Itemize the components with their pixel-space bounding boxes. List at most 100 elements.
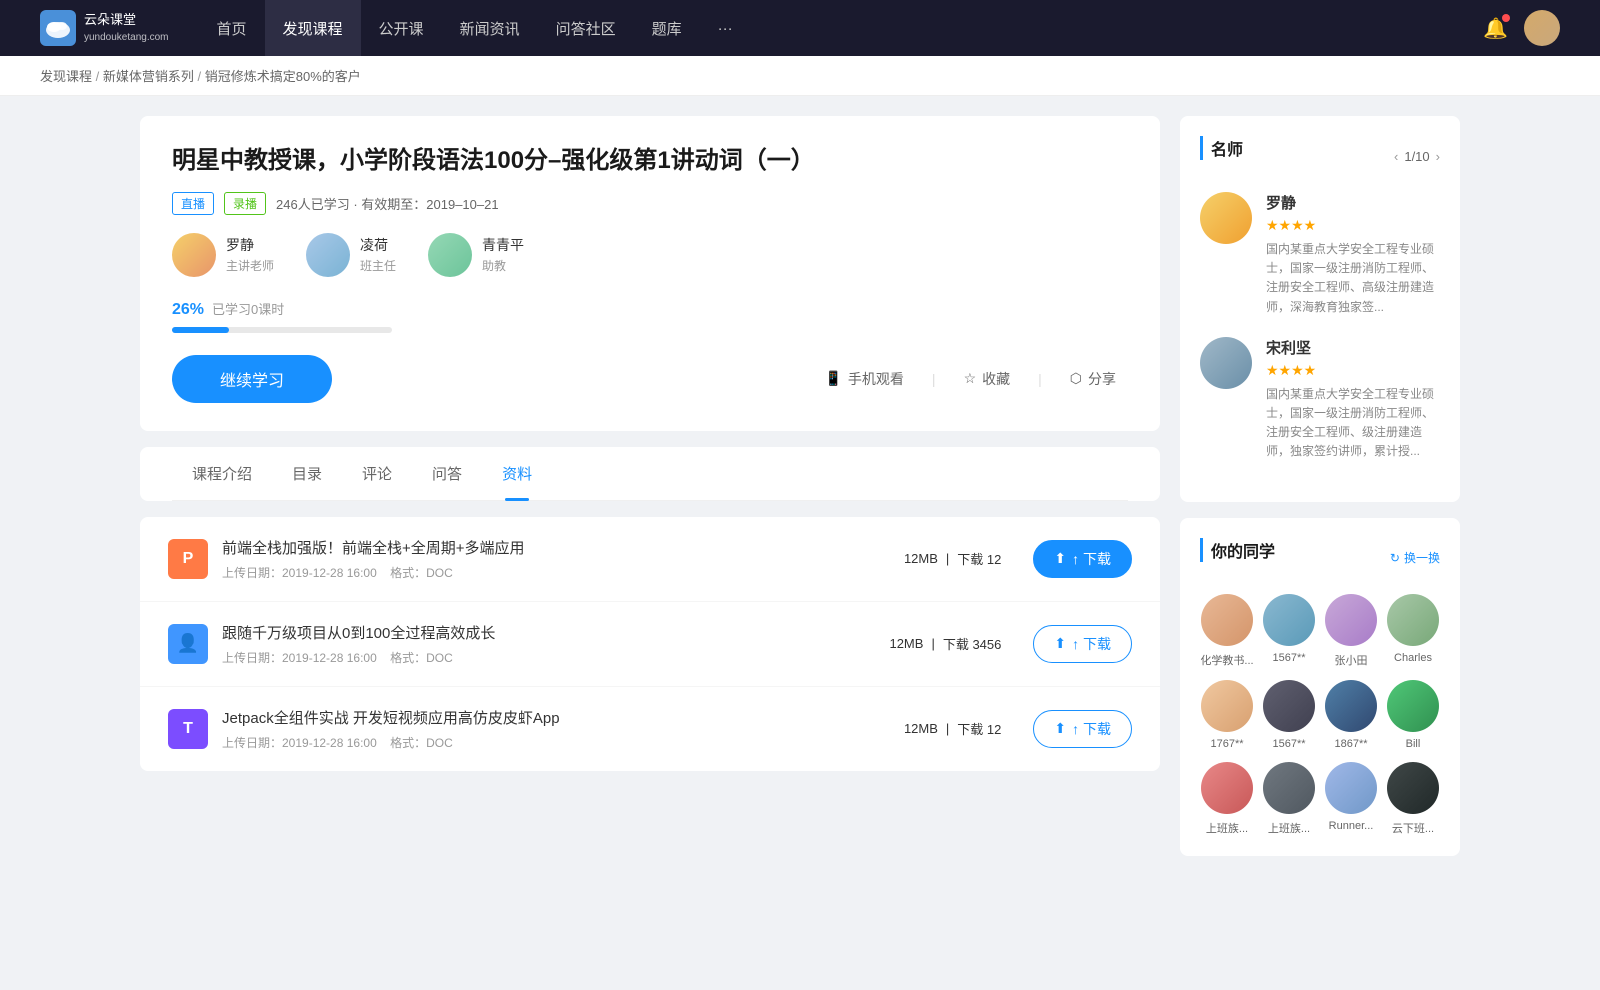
sidebar-teacher-stars-0: ★★★★ (1266, 217, 1440, 234)
breadcrumb-current[interactable]: 销冠修炼术搞定80%的客户 (205, 69, 361, 84)
share-button[interactable]: ⬡ 分享 (1058, 361, 1128, 397)
breadcrumb-discover[interactable]: 发现课程 (40, 69, 92, 84)
logo-icon (40, 10, 76, 46)
classmate-avatar-1 (1263, 594, 1315, 646)
continue-study-button[interactable]: 继续学习 (172, 355, 332, 403)
classmate-0: 化学教书... (1200, 594, 1254, 668)
progress-bar-fill (172, 327, 229, 333)
teacher-info-1: 凌荷 班主任 (360, 235, 396, 274)
nav-more[interactable]: ··· (700, 0, 751, 56)
resource-name-0: 前端全栈加强版！前端全栈+全周期+多端应用 (222, 537, 872, 558)
classmate-avatar-2 (1325, 594, 1377, 646)
divider-1: | (932, 371, 936, 387)
tab-qa[interactable]: 问答 (412, 447, 482, 500)
mobile-label: 手机观看 (848, 369, 904, 389)
teacher-info-2: 青青平 助教 (482, 235, 524, 274)
classmate-name-4: 1767** (1210, 738, 1243, 750)
teachers-title: 名师 (1200, 136, 1243, 160)
course-title: 明星中教授课，小学阶段语法100分–强化级第1讲动词（一） (172, 144, 1128, 178)
mobile-watch-button[interactable]: 📱 手机观看 (812, 361, 915, 397)
breadcrumb: 发现课程 / 新媒体营销系列 / 销冠修炼术搞定80%的客户 (0, 56, 1600, 96)
resource-meta-1: 上传日期：2019-12-28 16:00 格式：DOC (222, 649, 857, 666)
pagination-prev[interactable]: ‹ (1394, 149, 1398, 164)
classmate-name-0: 化学教书... (1200, 652, 1253, 668)
classmates-card: 你的同学 ↻ 换一换 化学教书... 1567** 张小田 (1180, 518, 1460, 856)
pagination-current: 1/10 (1404, 149, 1429, 164)
classmate-avatar-8 (1201, 762, 1253, 814)
resource-item-2: T Jetpack全组件实战 开发短视频应用高仿皮皮虾App 上传日期：2019… (140, 687, 1160, 771)
teachers-pagination: ‹ 1/10 › (1394, 149, 1440, 164)
download-button-1[interactable]: ⬆ ↑ 下载 (1033, 625, 1132, 663)
sidebar-teacher-1: 宋利坚 ★★★★ 国内某重点大学安全工程专业硕士，国家一级注册消防工程师、注册安… (1200, 337, 1440, 462)
resource-icon-0: P (168, 539, 208, 579)
tab-intro[interactable]: 课程介绍 (172, 447, 272, 500)
classmate-avatar-3 (1387, 594, 1439, 646)
classmate-10: Runner... (1324, 762, 1378, 836)
resource-info-0: 前端全栈加强版！前端全栈+全周期+多端应用 上传日期：2019-12-28 16… (222, 537, 872, 581)
share-label: 分享 (1088, 369, 1116, 389)
teacher-role-0: 主讲老师 (226, 257, 274, 274)
tab-catalog[interactable]: 目录 (272, 447, 342, 500)
classmate-name-7: Bill (1406, 738, 1421, 750)
classmate-9: 上班族... (1262, 762, 1316, 836)
teachers-section-header: 名师 ‹ 1/10 › (1200, 136, 1440, 176)
teacher-info-0: 罗静 主讲老师 (226, 235, 274, 274)
resource-item-1: 👤 跟随千万级项目从0到100全过程高效成长 上传日期：2019-12-28 1… (140, 602, 1160, 687)
classmates-title: 你的同学 (1200, 538, 1275, 562)
resource-list: P 前端全栈加强版！前端全栈+全周期+多端应用 上传日期：2019-12-28 … (140, 517, 1160, 771)
nav-qa[interactable]: 问答社区 (538, 0, 634, 56)
teacher-name-2: 青青平 (482, 235, 524, 255)
progress-section: 26%已学习0课时 (172, 299, 1128, 333)
teachers-card: 名师 ‹ 1/10 › 罗静 ★★★★ 国内某重点大学安全工程专业硕士，国家一级… (1180, 116, 1460, 502)
sidebar-teacher-stars-1: ★★★★ (1266, 362, 1440, 379)
tab-review[interactable]: 评论 (342, 447, 412, 500)
teacher-1: 凌荷 班主任 (306, 233, 396, 277)
nav-home[interactable]: 首页 (199, 0, 265, 56)
classmate-avatar-6 (1325, 680, 1377, 732)
logo-text: 云朵课堂yundouketang.com (84, 12, 169, 44)
nav-open[interactable]: 公开课 (361, 0, 442, 56)
download-button-0[interactable]: ⬆ ↑ 下载 (1033, 540, 1132, 578)
classmate-1: 1567** (1262, 594, 1316, 668)
teacher-avatar-2 (428, 233, 472, 277)
tab-resource[interactable]: 资料 (482, 447, 552, 500)
classmate-name-6: 1867** (1334, 738, 1367, 750)
collect-button[interactable]: ☆ 收藏 (952, 361, 1023, 397)
refresh-label: 换一换 (1404, 549, 1440, 566)
classmate-avatar-9 (1263, 762, 1315, 814)
classmate-11: 云下班... (1386, 762, 1440, 836)
classmate-2: 张小田 (1324, 594, 1378, 668)
nav-discover[interactable]: 发现课程 (265, 0, 361, 56)
classmates-section-header: 你的同学 ↻ 换一换 (1200, 538, 1440, 578)
download-button-2[interactable]: ⬆ ↑ 下载 (1033, 710, 1132, 748)
resource-stats-0: 12MB | 下载 12 (904, 549, 1001, 568)
classmate-4: 1767** (1200, 680, 1254, 750)
refresh-classmates-button[interactable]: ↻ 换一换 (1390, 549, 1440, 566)
nav-items: 首页 发现课程 公开课 新闻资讯 问答社区 题库 ··· (199, 0, 1484, 56)
sidebar-teacher-avatar-0 (1200, 192, 1252, 244)
logo[interactable]: 云朵课堂yundouketang.com (40, 10, 169, 46)
resource-meta-0: 上传日期：2019-12-28 16:00 格式：DOC (222, 564, 872, 581)
sidebar-teacher-name-0: 罗静 (1266, 192, 1440, 213)
progress-bar-bg (172, 327, 392, 333)
progress-label: 已学习0课时 (212, 302, 284, 317)
course-actions: 继续学习 📱 手机观看 | ☆ 收藏 | ⬡ 分享 (172, 355, 1128, 403)
nav-news[interactable]: 新闻资讯 (442, 0, 538, 56)
user-avatar[interactable] (1524, 10, 1560, 46)
resource-item-0: P 前端全栈加强版！前端全栈+全周期+多端应用 上传日期：2019-12-28 … (140, 517, 1160, 602)
resource-icon-2: T (168, 709, 208, 749)
divider-2: | (1038, 371, 1042, 387)
sidebar-teacher-info-0: 罗静 ★★★★ 国内某重点大学安全工程专业硕士，国家一级注册消防工程师、注册安全… (1266, 192, 1440, 317)
bell-icon[interactable]: 🔔 (1483, 16, 1508, 41)
nav-quiz[interactable]: 题库 (634, 0, 700, 56)
pagination-next[interactable]: › (1436, 149, 1440, 164)
course-meta-text: 246人已学习 · 有效期至：2019–10–21 (276, 194, 499, 213)
tag-live: 直播 (172, 192, 214, 215)
resource-info-1: 跟随千万级项目从0到100全过程高效成长 上传日期：2019-12-28 16:… (222, 622, 857, 666)
classmate-3: Charles (1386, 594, 1440, 668)
classmate-name-3: Charles (1394, 652, 1432, 664)
refresh-icon: ↻ (1390, 551, 1400, 565)
resource-stats-2: 12MB | 下载 12 (904, 719, 1001, 738)
resource-name-1: 跟随千万级项目从0到100全过程高效成长 (222, 622, 857, 643)
breadcrumb-series[interactable]: 新媒体营销系列 (103, 69, 194, 84)
